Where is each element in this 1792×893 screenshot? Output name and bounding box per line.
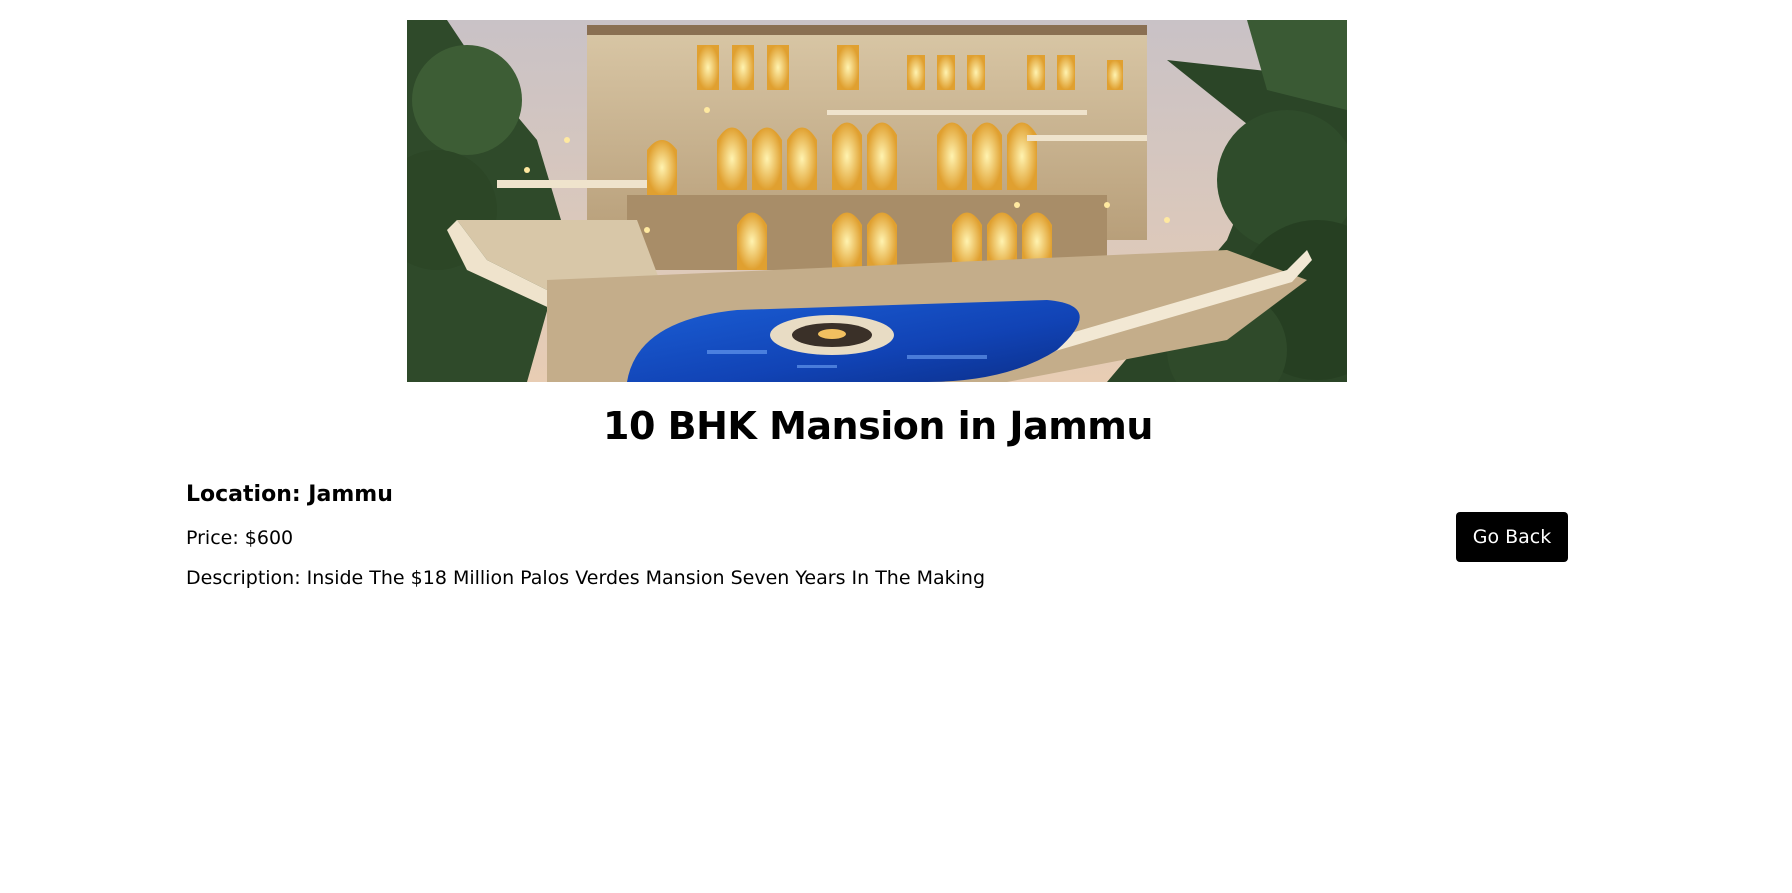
listing-detail-page: 10 BHK Mansion in Jammu Location: Jammu … bbox=[0, 0, 1792, 893]
listing-description: Description: Inside The $18 Million Palo… bbox=[186, 567, 986, 589]
listing-price: Price: $600 bbox=[186, 527, 294, 549]
go-back-button[interactable]: Go Back bbox=[1456, 512, 1568, 562]
listing-image bbox=[407, 20, 1347, 382]
listing-title: 10 BHK Mansion in Jammu bbox=[603, 404, 1153, 448]
listing-location: Location: Jammu bbox=[186, 482, 393, 507]
